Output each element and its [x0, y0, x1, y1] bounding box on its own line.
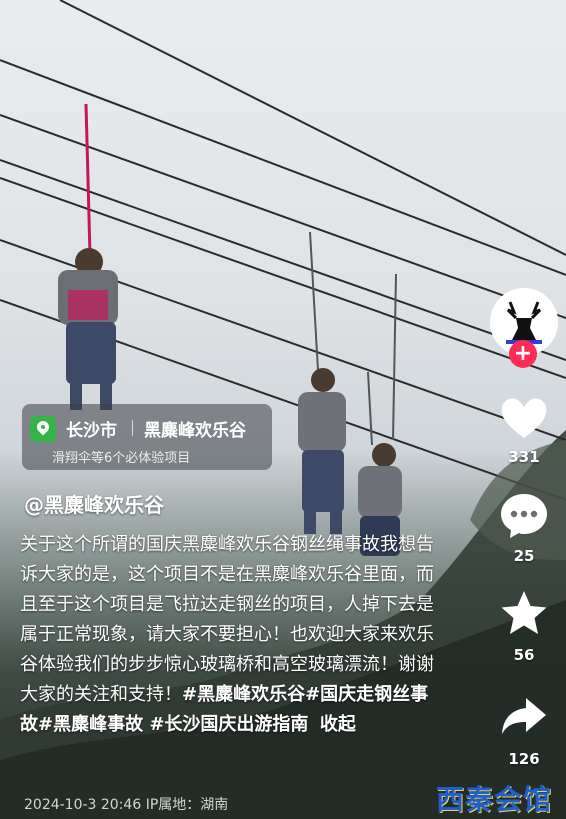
video-screen[interactable]: 长沙市 黑麋峰欢乐谷 滑翔伞等6个必体验项目 @黑麋峰欢乐谷 关于这个所谓的国庆…: [0, 0, 566, 819]
location-pin-icon: [30, 416, 56, 442]
share-count: 126: [508, 750, 540, 768]
location-subtitle: 滑翔伞等6个必体验项目: [52, 451, 191, 466]
comment-icon[interactable]: [498, 490, 550, 542]
location-place: 黑麋峰欢乐谷: [144, 421, 246, 441]
favorite-count: 56: [513, 646, 535, 664]
collapse-button[interactable]: 收起: [320, 714, 356, 735]
star-icon[interactable]: [498, 588, 550, 640]
share-icon[interactable]: [498, 690, 550, 742]
post-caption: 关于这个所谓的国庆黑麋峰欢乐谷钢丝绳事故我想告诉大家的是，这个项目不是在黑麋峰欢…: [20, 530, 440, 740]
follow-button[interactable]: +: [509, 340, 537, 368]
comment-count: 25: [513, 547, 535, 565]
heart-icon[interactable]: [498, 392, 550, 444]
author-name[interactable]: @黑麋峰欢乐谷: [24, 489, 164, 518]
post-info: 2024-10-3 20:46 IP属地：湖南: [24, 797, 229, 813]
location-tag[interactable]: 长沙市 黑麋峰欢乐谷 滑翔伞等6个必体验项目: [22, 404, 272, 470]
plus-icon: +: [513, 341, 533, 366]
location-divider: [132, 420, 133, 436]
caption-text: 关于这个所谓的国庆黑麋峰欢乐谷钢丝绳事故我想告诉大家的是，这个项目不是在黑麋峰欢…: [20, 534, 434, 705]
watermark-logo: 西秦会馆: [436, 783, 553, 816]
location-city: 长沙市: [66, 421, 117, 441]
like-count: 331: [508, 448, 540, 466]
